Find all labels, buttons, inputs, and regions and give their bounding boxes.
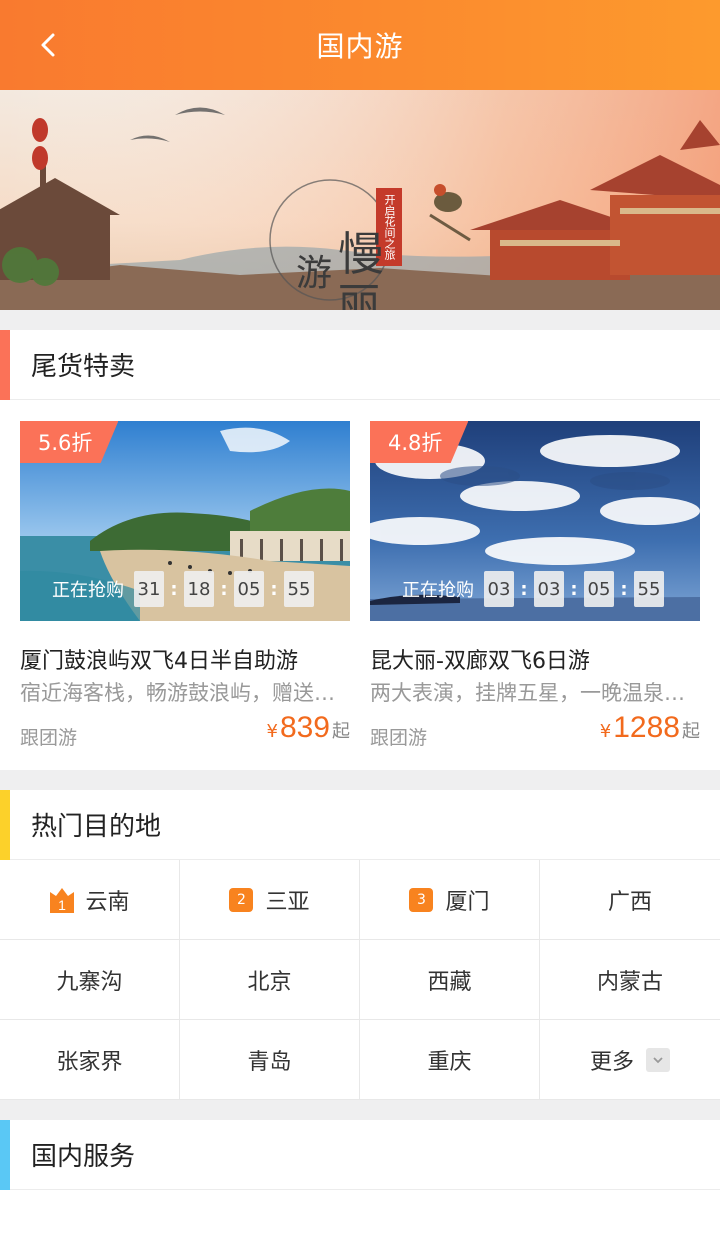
currency-symbol: ¥: [266, 721, 278, 742]
banner-word: 丽: [338, 279, 381, 310]
chevron-down-icon: [646, 1047, 670, 1072]
page-title: 国内游: [316, 30, 404, 63]
destination-grid: 1 云南 2 三亚 3 厦门 广西 九寨沟 北京 西藏 内蒙古 张家界 青岛 重…: [0, 860, 720, 1100]
price-amount: 839: [279, 711, 330, 744]
deal-description: 宿近海客栈，畅游鼓浪屿，赠送环岛游: [20, 681, 350, 705]
countdown-days: 03: [484, 571, 514, 607]
countdown-days: 31: [134, 571, 164, 607]
services-header: 国内服务: [0, 1120, 720, 1190]
currency-symbol: ¥: [599, 721, 612, 742]
deal-card[interactable]: 4.8折 正在抢购 03 : 03 : 05 : 55 昆大丽-双廊双飞6日游 …: [370, 421, 700, 751]
banner-word: 游: [296, 253, 333, 294]
countdown: 正在抢购 31 : 18 : 05 : 55: [52, 571, 314, 607]
chevron-left-icon: [41, 33, 55, 57]
destination-name: 重庆: [427, 1049, 472, 1075]
deal-price: ¥ 1288 起: [600, 711, 700, 745]
destination-name: 西藏: [427, 969, 472, 995]
destination-item[interactable]: 1 云南: [0, 860, 180, 940]
deals-header: 尾货特卖: [0, 330, 720, 400]
deals-title: 尾货特卖: [31, 352, 136, 382]
countdown-minutes: 05: [234, 571, 264, 607]
countdown-hours: 03: [534, 571, 564, 607]
more-label: 更多: [589, 1049, 634, 1075]
countdown-label: 正在抢购: [402, 580, 474, 601]
countdown-seconds: 55: [284, 571, 314, 607]
crown-icon: 1: [50, 887, 75, 913]
destination-name: 九寨沟: [56, 969, 123, 995]
services-title: 国内服务: [31, 1142, 136, 1172]
price-suffix: 起: [682, 721, 700, 742]
destination-item[interactable]: 西藏: [360, 940, 540, 1020]
services-section: 国内服务: [0, 1120, 720, 1235]
countdown: 正在抢购 03 : 03 : 05 : 55: [402, 571, 664, 607]
countdown-separator: :: [570, 578, 578, 600]
destination-name: 青岛: [247, 1049, 292, 1075]
destination-name: 三亚: [265, 889, 310, 915]
countdown-seconds: 55: [634, 571, 664, 607]
section-accent-bar: [0, 330, 10, 400]
destination-name: 张家界: [56, 1049, 123, 1075]
top-bar: 国内游: [0, 0, 720, 90]
countdown-label: 正在抢购: [52, 580, 124, 601]
destination-item[interactable]: 北京: [180, 940, 360, 1020]
countdown-separator: :: [220, 578, 228, 600]
destination-item[interactable]: 九寨沟: [0, 940, 180, 1020]
countdown-separator: :: [270, 578, 278, 600]
countdown-minutes: 05: [584, 571, 614, 607]
deal-price: ¥ 839 起: [266, 711, 350, 745]
destination-item[interactable]: 张家界: [0, 1020, 180, 1100]
deal-title: 厦门鼓浪屿双飞4日半自助游: [20, 649, 298, 674]
countdown-separator: :: [170, 578, 178, 600]
destination-item[interactable]: 重庆: [360, 1020, 540, 1100]
destination-item[interactable]: 青岛: [180, 1020, 360, 1100]
deal-list: 5.6折 正在抢购 31 : 18 : 05 : 55 厦门鼓浪屿双飞4日半自助…: [20, 421, 700, 751]
deal-type: 跟团游: [20, 727, 78, 749]
destination-item[interactable]: 广西: [540, 860, 720, 940]
destination-name: 云南: [85, 889, 130, 915]
countdown-hours: 18: [184, 571, 214, 607]
destination-item[interactable]: 3 厦门: [360, 860, 540, 940]
section-accent-bar: [0, 1120, 10, 1190]
deal-image: 4.8折 正在抢购 03 : 03 : 05 : 55: [370, 421, 700, 621]
destination-name: 广西: [607, 889, 652, 915]
deal-title: 昆大丽-双廊双飞6日游: [370, 649, 590, 674]
countdown-separator: :: [620, 578, 628, 600]
promo-banner[interactable]: 开启花间之旅 慢 游 丽 江 999 元起: [0, 90, 720, 310]
deals-section: 尾货特卖 5.6折 正在抢购 31: 18: 05: 55 厦门鼓浪屿双飞…: [0, 330, 720, 770]
destinations-title: 热门目的地: [31, 812, 162, 842]
price-suffix: 起: [332, 721, 350, 742]
deal-card[interactable]: 5.6折 正在抢购 31 : 18 : 05 : 55 厦门鼓浪屿双飞4日半自助…: [20, 421, 350, 751]
rank-badge: 3: [409, 887, 434, 912]
destination-name: 北京: [247, 969, 292, 995]
destinations-header: 热门目的地: [0, 790, 720, 860]
destination-item[interactable]: 2 三亚: [180, 860, 360, 940]
destination-name: 内蒙古: [596, 969, 663, 995]
countdown-separator: :: [520, 578, 528, 600]
destination-name: 厦门: [445, 889, 490, 915]
more-destinations-button[interactable]: 更多: [540, 1020, 720, 1100]
back-button[interactable]: [28, 25, 68, 65]
rank-badge: 2: [229, 887, 254, 912]
deal-description: 两大表演，挂牌五星，一晚温泉酒店: [370, 681, 700, 705]
deal-image: 5.6折 正在抢购 31 : 18 : 05 : 55: [20, 421, 350, 621]
rank-number: 1: [59, 897, 67, 913]
destination-item[interactable]: 内蒙古: [540, 940, 720, 1020]
destinations-section: 热门目的地 1 云南 2 三亚 3 厦门 广西 九寨沟 北京 西藏 内蒙古 张家…: [0, 790, 720, 1100]
section-accent-bar: [0, 790, 10, 860]
deal-type: 跟团游: [370, 727, 428, 749]
price-amount: 1288: [613, 711, 680, 744]
